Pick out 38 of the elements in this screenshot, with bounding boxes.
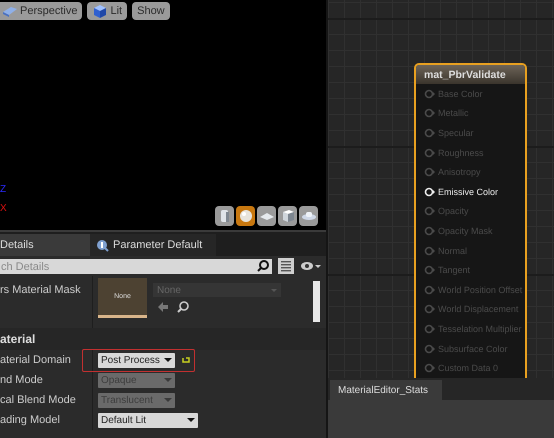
preview-shape-button[interactable]: [236, 206, 255, 226]
property-label: ading Model: [0, 410, 93, 430]
dropdown[interactable]: Post Process: [98, 352, 175, 368]
panel-tab[interactable]: Details: [0, 234, 90, 256]
pin-label: Emissive Color: [438, 186, 498, 197]
caret-icon: [187, 418, 195, 422]
node-title: mat_PbrValidate: [416, 65, 525, 84]
viewport-button[interactable]: Show: [132, 2, 170, 20]
panel-tab[interactable]: MaterialEditor_Stats: [330, 380, 442, 400]
viewport-button[interactable]: Lit: [87, 2, 128, 20]
property-label: nd Mode: [0, 370, 93, 390]
panel-tab[interactable]: Parameter Default: [90, 234, 216, 256]
preview-shape-button[interactable]: [299, 206, 318, 226]
view-options-button[interactable]: [278, 258, 294, 274]
dropdown[interactable]: Default Lit: [98, 412, 198, 428]
property-label: cal Blend Mode: [0, 390, 93, 410]
preview-shape-button[interactable]: [278, 206, 297, 226]
viewport-button[interactable]: Perspective: [0, 2, 82, 20]
section-header: aterial: [0, 332, 36, 346]
arrow-left-icon: [157, 301, 169, 313]
info-icon: [96, 238, 109, 252]
preview-shape-button[interactable]: [257, 206, 276, 226]
caret-icon: [164, 378, 172, 382]
cube-icon: [92, 4, 108, 18]
list-icon: [280, 260, 292, 272]
material-node[interactable]: [414, 63, 527, 378]
caret-icon: [164, 358, 172, 362]
caret-icon: [271, 288, 277, 292]
axis-label: Z: [0, 184, 7, 195]
search-icon: [257, 260, 269, 272]
scrollbar[interactable]: [313, 281, 320, 322]
property-label: aterial Domain: [0, 350, 93, 370]
caret-icon: [164, 398, 172, 402]
axis-label: X: [0, 203, 7, 214]
eye-icon: [300, 260, 322, 272]
search-field[interactable]: ch Details: [0, 259, 272, 274]
search-icon: [177, 301, 189, 313]
preview-shape-button[interactable]: [215, 206, 234, 226]
